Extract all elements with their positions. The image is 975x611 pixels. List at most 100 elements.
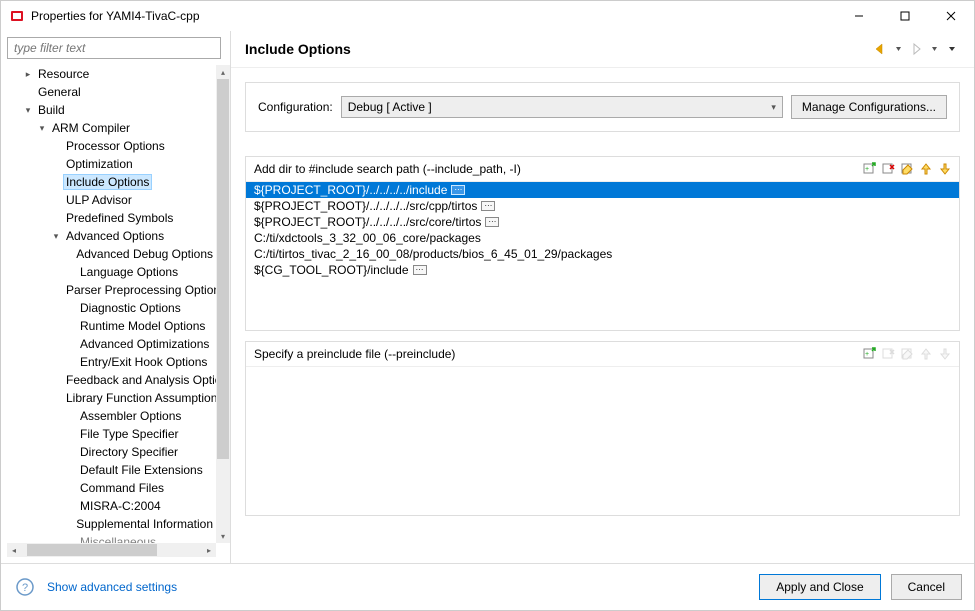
tree-item-processor-options[interactable]: Processor Options xyxy=(7,137,216,155)
tree-item-assembler[interactable]: Assembler Options xyxy=(7,407,216,425)
include-path-section: Add dir to #include search path (--inclu… xyxy=(245,156,960,331)
move-down-button[interactable] xyxy=(937,161,953,177)
tree-item-default-file-ext[interactable]: Default File Extensions xyxy=(7,461,216,479)
preinclude-section: Specify a preinclude file (--preinclude)… xyxy=(245,341,960,516)
ellipsis-icon: ⋯ xyxy=(485,217,499,227)
tree-item-feedback[interactable]: Feedback and Analysis Options xyxy=(7,371,216,389)
ellipsis-icon: ⋯ xyxy=(451,185,465,195)
delete-button[interactable] xyxy=(880,161,896,177)
tree-item-include-options[interactable]: Include Options xyxy=(7,173,216,191)
back-button[interactable] xyxy=(872,41,888,57)
footer: ? Show advanced settings Apply and Close… xyxy=(1,563,974,610)
manage-configurations-button[interactable]: Manage Configurations... xyxy=(791,95,947,119)
move-up-button[interactable] xyxy=(918,161,934,177)
back-menu-dropdown[interactable] xyxy=(890,41,906,57)
include-path-header: Add dir to #include search path (--inclu… xyxy=(246,157,959,182)
tree-item-supplemental[interactable]: Supplemental Information xyxy=(7,515,216,533)
body-area: ▸Resource General ▾Build ▾ARM Compiler P… xyxy=(1,31,974,563)
tree-vertical-scrollbar[interactable]: ▴ ▾ xyxy=(216,65,230,543)
tree-item-advanced-debug[interactable]: Advanced Debug Options xyxy=(7,245,216,263)
show-advanced-settings-link[interactable]: Show advanced settings xyxy=(47,580,749,594)
forward-menu-dropdown[interactable] xyxy=(926,41,942,57)
scroll-right-arrow-icon[interactable]: ▸ xyxy=(202,543,216,557)
cancel-button[interactable]: Cancel xyxy=(891,574,962,600)
apply-and-close-button[interactable]: Apply and Close xyxy=(759,574,880,600)
scroll-thumb[interactable] xyxy=(27,544,157,556)
list-item[interactable]: C:/ti/tirtos_tivac_2_16_00_08/products/b… xyxy=(246,246,959,262)
tree-item-predefined-symbols[interactable]: Predefined Symbols xyxy=(7,209,216,227)
window-controls xyxy=(836,1,974,31)
add-button[interactable]: + xyxy=(861,161,877,177)
list-item[interactable]: C:/ti/xdctools_3_32_00_06_core/packages xyxy=(246,230,959,246)
list-item[interactable]: ${PROJECT_ROOT}/../../../../src/cpp/tirt… xyxy=(246,198,959,214)
tree-item-parser-preprocessing[interactable]: Parser Preprocessing Options xyxy=(7,281,216,299)
list-item[interactable]: ${PROJECT_ROOT}/../../../../include⋯ xyxy=(246,182,959,198)
tree-item-advanced-options[interactable]: ▾Advanced Options xyxy=(7,227,216,245)
nav-tree: ▸Resource General ▾Build ▾ARM Compiler P… xyxy=(7,65,216,543)
tree-item-library-func[interactable]: Library Function Assumptions xyxy=(7,389,216,407)
scroll-down-arrow-icon[interactable]: ▾ xyxy=(216,529,230,543)
tree-item-advanced-optim[interactable]: Advanced Optimizations xyxy=(7,335,216,353)
tree-item-misra[interactable]: MISRA-C:2004 xyxy=(7,497,216,515)
titlebar: Properties for YAMI4-TivaC-cpp xyxy=(1,1,974,31)
filter-input[interactable] xyxy=(7,37,221,59)
maximize-button[interactable] xyxy=(882,1,928,31)
configuration-label: Configuration: xyxy=(258,100,333,114)
edit-button[interactable] xyxy=(899,161,915,177)
preinclude-header: Specify a preinclude file (--preinclude)… xyxy=(246,342,959,367)
tree-horizontal-scrollbar[interactable]: ◂ ▸ xyxy=(7,543,216,557)
tree-item-arm-compiler[interactable]: ▾ARM Compiler xyxy=(7,119,216,137)
move-up-button xyxy=(918,346,934,362)
tree-item-diagnostic-options[interactable]: Diagnostic Options xyxy=(7,299,216,317)
svg-text:+: + xyxy=(865,351,869,358)
tree-item-optimization[interactable]: Optimization xyxy=(7,155,216,173)
content-area: Configuration: Debug [ Active ] ▾ Manage… xyxy=(231,68,974,563)
tree-item-language-options[interactable]: Language Options xyxy=(7,263,216,281)
header-nav-icons xyxy=(872,41,960,57)
forward-button[interactable] xyxy=(908,41,924,57)
app-icon xyxy=(9,8,25,24)
tree-item-general[interactable]: General xyxy=(7,83,216,101)
chevron-right-icon: ▸ xyxy=(21,69,35,80)
tree-item-command-files[interactable]: Command Files xyxy=(7,479,216,497)
minimize-button[interactable] xyxy=(836,1,882,31)
window-title: Properties for YAMI4-TivaC-cpp xyxy=(31,9,836,23)
preinclude-toolbar: + xyxy=(861,346,953,362)
help-button[interactable]: ? xyxy=(13,575,37,599)
tree-item-file-type[interactable]: File Type Specifier xyxy=(7,425,216,443)
configuration-value: Debug [ Active ] xyxy=(348,100,432,114)
tree-item-ulp-advisor[interactable]: ULP Advisor xyxy=(7,191,216,209)
tree-item-entry-exit[interactable]: Entry/Exit Hook Options xyxy=(7,353,216,371)
edit-button xyxy=(899,346,915,362)
preinclude-label: Specify a preinclude file (--preinclude) xyxy=(254,347,861,361)
preinclude-list[interactable] xyxy=(246,367,959,515)
svg-text:+: + xyxy=(865,166,869,173)
view-menu-dropdown[interactable] xyxy=(944,41,960,57)
configuration-box: Configuration: Debug [ Active ] ▾ Manage… xyxy=(245,82,960,132)
left-panel: ▸Resource General ▾Build ▾ARM Compiler P… xyxy=(1,31,231,563)
list-item[interactable]: ${PROJECT_ROOT}/../../../../src/core/tir… xyxy=(246,214,959,230)
list-item[interactable]: ${CG_TOOL_ROOT}/include⋯ xyxy=(246,262,959,278)
tree-item-resource[interactable]: ▸Resource xyxy=(7,65,216,83)
include-path-label: Add dir to #include search path (--inclu… xyxy=(254,162,861,176)
include-path-list[interactable]: ${PROJECT_ROOT}/../../../../include⋯ ${P… xyxy=(246,182,959,330)
scroll-thumb[interactable] xyxy=(217,79,229,459)
ellipsis-icon: ⋯ xyxy=(413,265,427,275)
chevron-down-icon: ▾ xyxy=(49,231,63,242)
tree-item-misc[interactable]: Miscellaneous xyxy=(7,533,216,543)
close-button[interactable] xyxy=(928,1,974,31)
chevron-down-icon: ▾ xyxy=(35,123,49,134)
svg-text:?: ? xyxy=(22,582,28,594)
right-panel: Include Options Configuration: Debug [ A… xyxy=(231,31,974,563)
scroll-left-arrow-icon[interactable]: ◂ xyxy=(7,543,21,557)
tree-item-build[interactable]: ▾Build xyxy=(7,101,216,119)
tree-item-runtime-model[interactable]: Runtime Model Options xyxy=(7,317,216,335)
move-down-button xyxy=(937,346,953,362)
configuration-select[interactable]: Debug [ Active ] ▾ xyxy=(341,96,783,118)
ellipsis-icon: ⋯ xyxy=(481,201,495,211)
chevron-down-icon: ▾ xyxy=(771,102,776,113)
add-button[interactable]: + xyxy=(861,346,877,362)
tree-item-directory-spec[interactable]: Directory Specifier xyxy=(7,443,216,461)
page-title: Include Options xyxy=(245,41,872,57)
scroll-up-arrow-icon[interactable]: ▴ xyxy=(216,65,230,79)
